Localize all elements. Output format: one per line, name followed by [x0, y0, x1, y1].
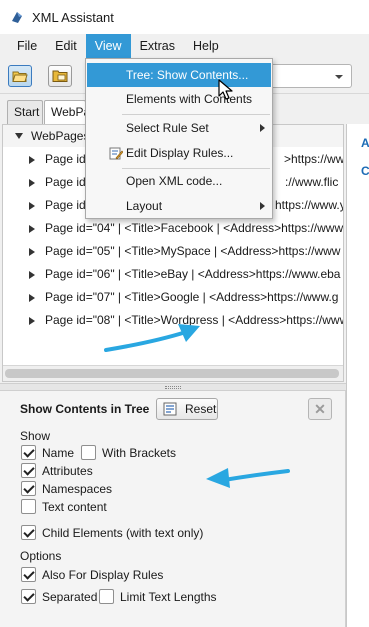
- tree-row-page-07[interactable]: Page id="07" | <Title>Google | <Address>…: [3, 286, 343, 309]
- menu-item-layout[interactable]: Layout: [87, 194, 271, 218]
- checkbox-with-brackets[interactable]: With Brackets: [81, 445, 176, 460]
- checkbox-box[interactable]: [21, 481, 36, 496]
- expand-toggle-icon[interactable]: [29, 225, 35, 233]
- horizontal-scrollbar[interactable]: [3, 365, 343, 381]
- checkbox-child-elements[interactable]: Child Elements (with text only): [21, 525, 203, 540]
- menu-edit[interactable]: Edit: [46, 34, 86, 58]
- checkbox-separated[interactable]: Separated: [21, 589, 97, 604]
- annotation-arrow-icon: [104, 324, 200, 352]
- show-contents-panel: Show Contents in Tree Reset ✕ Show Name …: [0, 391, 346, 627]
- chevron-down-icon: [335, 75, 343, 79]
- expand-toggle-icon[interactable]: [29, 271, 35, 279]
- expand-toggle-icon[interactable]: [29, 248, 35, 256]
- splitter-grip: [165, 386, 181, 389]
- close-icon: ✕: [314, 401, 326, 417]
- expand-toggle-icon[interactable]: [29, 179, 35, 187]
- window-title: XML Assistant: [32, 9, 114, 25]
- menu-item-edit-display-rules[interactable]: Edit Display Rules...: [87, 141, 271, 165]
- reset-button[interactable]: Reset: [156, 398, 218, 420]
- checkbox-attributes[interactable]: Attributes: [21, 463, 93, 478]
- collapse-toggle-icon[interactable]: [15, 133, 23, 139]
- expand-toggle-icon[interactable]: [29, 156, 35, 164]
- menu-file[interactable]: File: [8, 34, 46, 58]
- open-folder-button[interactable]: [8, 65, 32, 87]
- menu-item-tree-show-contents[interactable]: Tree: Show Contents...: [87, 63, 271, 87]
- folder-icon: [52, 70, 68, 82]
- right-panel: A C: [346, 124, 369, 627]
- menu-extras[interactable]: Extras: [131, 34, 184, 58]
- right-panel-fragment: C: [361, 164, 369, 178]
- menu-item-open-xml-code[interactable]: Open XML code...: [87, 169, 271, 193]
- right-panel-fragment: A: [361, 136, 369, 150]
- reset-icon: [163, 402, 177, 416]
- tree-row-page-06[interactable]: Page id="06" | <Title>eBay | <Address>ht…: [3, 263, 343, 286]
- options-group-label: Options: [20, 549, 62, 563]
- checkbox-also-display-rules[interactable]: Also For Display Rules: [21, 567, 163, 582]
- expand-toggle-icon[interactable]: [29, 202, 35, 210]
- menu-item-select-rule-set[interactable]: Select Rule Set: [87, 116, 271, 140]
- checkbox-limit-text-lengths[interactable]: Limit Text Lengths: [99, 589, 217, 604]
- expand-toggle-icon[interactable]: [29, 317, 35, 325]
- checkbox-box[interactable]: [81, 445, 96, 460]
- menu-view[interactable]: View: [85, 34, 131, 58]
- menu-bar: File Edit View Extras Help: [0, 34, 369, 58]
- panel-title: Show Contents in Tree: [20, 402, 150, 416]
- panel-splitter[interactable]: [0, 383, 346, 391]
- checkbox-namespaces[interactable]: Namespaces: [21, 481, 112, 496]
- checkbox-box[interactable]: [21, 463, 36, 478]
- show-group-label: Show: [20, 429, 51, 443]
- tree-row-page-04[interactable]: Page id="04" | <Title>Facebook | <Addres…: [3, 217, 343, 240]
- app-logo-icon: [12, 12, 22, 23]
- checkbox-box[interactable]: [99, 589, 114, 604]
- checkbox-name[interactable]: Name: [21, 445, 74, 460]
- close-panel-button[interactable]: ✕: [308, 398, 332, 420]
- tab-start[interactable]: Start: [7, 100, 43, 124]
- tab-webpages[interactable]: WebPa: [44, 100, 86, 124]
- expand-toggle-icon[interactable]: [29, 294, 35, 302]
- scrollbar-thumb[interactable]: [5, 369, 339, 378]
- checkbox-box[interactable]: [21, 589, 36, 604]
- checkbox-box[interactable]: [21, 567, 36, 582]
- annotation-arrow-icon: [206, 468, 290, 488]
- submenu-arrow-icon: [260, 124, 265, 132]
- checkbox-box[interactable]: [21, 525, 36, 540]
- edit-rules-icon: [109, 147, 123, 160]
- menu-item-elements-with-contents[interactable]: Elements with Contents: [87, 87, 271, 111]
- checkbox-box[interactable]: [21, 499, 36, 514]
- submenu-arrow-icon: [260, 202, 265, 210]
- open-folder-icon: [12, 71, 28, 82]
- menu-separator: [122, 114, 270, 115]
- checkbox-text-content[interactable]: Text content: [21, 499, 107, 514]
- folder-button[interactable]: [48, 65, 72, 87]
- view-menu-dropdown: Tree: Show Contents... Elements with Con…: [85, 58, 273, 219]
- menu-help[interactable]: Help: [184, 34, 228, 58]
- mouse-cursor-icon: [218, 79, 233, 100]
- title-bar: XML Assistant: [0, 0, 369, 34]
- checkbox-box[interactable]: [21, 445, 36, 460]
- tree-row-page-05[interactable]: Page id="05" | <Title>MySpace | <Address…: [3, 240, 343, 263]
